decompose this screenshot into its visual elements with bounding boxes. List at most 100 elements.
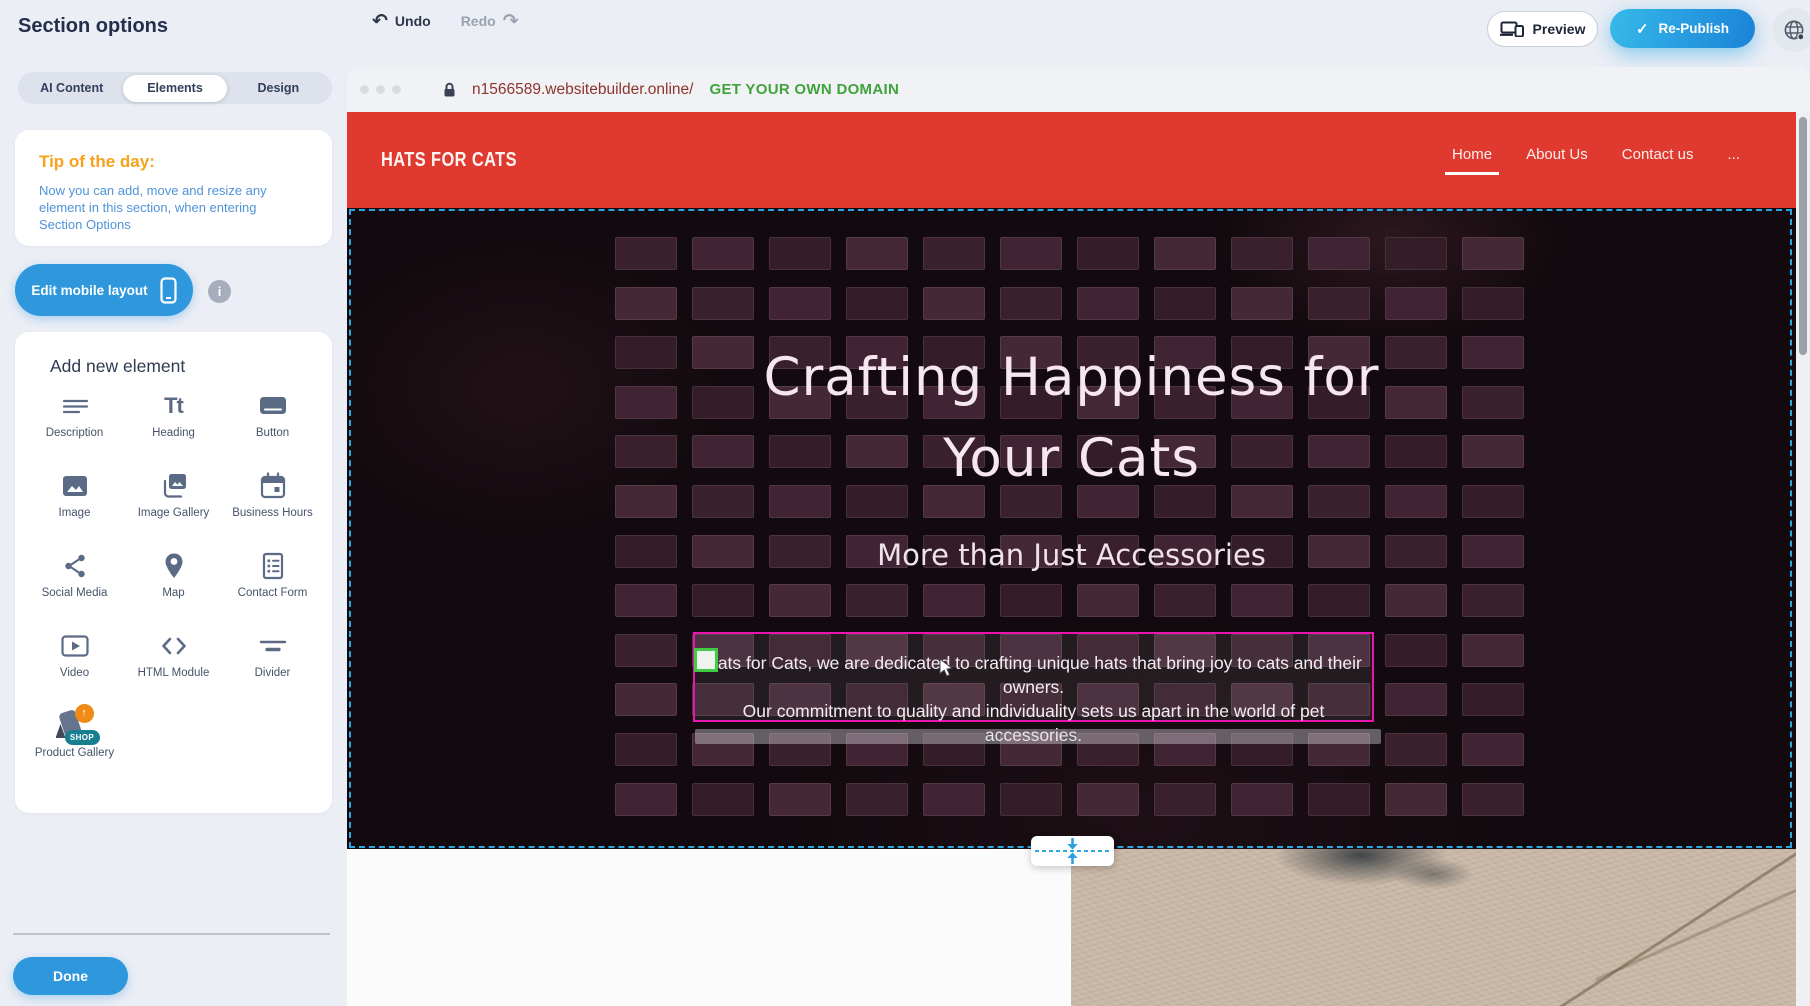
panel-tabs: AI Content Elements Design <box>18 72 332 104</box>
floor-seam <box>1595 849 1796 981</box>
hero-tile <box>1154 584 1216 617</box>
hero-tile <box>615 733 677 766</box>
hero-subheading[interactable]: More than Just Accessories <box>347 538 1796 572</box>
add-element-product-gallery[interactable]: ↑ SHOP Product Gallery <box>25 708 124 779</box>
add-element-heading[interactable]: Tt Heading <box>124 388 223 459</box>
edit-mobile-label: Edit mobile layout <box>31 283 147 298</box>
hero-tile <box>1231 287 1293 320</box>
hero-tile <box>1308 287 1370 320</box>
element-label: Business Hours <box>232 506 314 520</box>
add-element-button[interactable]: Button <box>223 388 322 459</box>
undo-label: Undo <box>395 13 431 29</box>
edit-mobile-layout-button[interactable]: Edit mobile layout <box>15 264 193 316</box>
scrollbar-thumb[interactable] <box>1799 117 1807 355</box>
hero-tile <box>923 783 985 816</box>
lock-icon <box>443 82 456 98</box>
page-title: Section options <box>18 15 168 38</box>
element-label: Button <box>232 426 314 440</box>
hero-tile <box>923 237 985 270</box>
shop-badge: SHOP <box>65 730 100 745</box>
code-brackets-icon <box>124 628 223 664</box>
contact-form-icon <box>223 548 322 584</box>
section-height-resize-handle[interactable] <box>1031 836 1114 866</box>
site-logo[interactable]: HATS FOR CATS <box>381 149 517 172</box>
add-element-business-hours[interactable]: Business Hours <box>223 468 322 539</box>
mobile-phone-icon <box>160 277 177 304</box>
url-text[interactable]: n1566589.websitebuilder.online/ <box>472 81 693 99</box>
hero-tile <box>1462 634 1524 667</box>
element-label: Product Gallery <box>34 746 116 760</box>
hero-tile <box>769 287 831 320</box>
redo-button[interactable]: Redo ↷ <box>461 13 519 29</box>
element-label: Description <box>34 426 116 440</box>
hero-tile <box>846 584 908 617</box>
hero-tile <box>1077 287 1139 320</box>
devices-icon <box>1500 21 1524 37</box>
info-icon[interactable]: i <box>208 280 231 303</box>
preview-button[interactable]: Preview <box>1487 11 1598 47</box>
hero-tile <box>615 584 677 617</box>
add-element-map[interactable]: Map <box>124 548 223 619</box>
hero-tile <box>1000 237 1062 270</box>
hero-tile <box>1385 783 1447 816</box>
resize-arrows-icon <box>1031 836 1114 866</box>
element-label: Divider <box>232 666 314 680</box>
get-your-own-domain-link[interactable]: GET YOUR OWN DOMAIN <box>709 81 899 98</box>
undo-icon: ↶ <box>372 14 388 28</box>
add-element-image-gallery[interactable]: Image Gallery <box>124 468 223 539</box>
hero-tile <box>1154 287 1216 320</box>
tab-design[interactable]: Design <box>227 75 330 102</box>
hero-tile <box>846 287 908 320</box>
button-icon <box>223 388 322 424</box>
hero-tile <box>692 237 754 270</box>
next-section-image[interactable] <box>1071 849 1796 1006</box>
hero-tile <box>769 783 831 816</box>
element-label: Video <box>34 666 116 680</box>
hero-tile <box>923 584 985 617</box>
business-hours-icon <box>223 468 322 504</box>
selected-description-element[interactable]: Hats for Cats, we are dedicated to craft… <box>693 632 1374 722</box>
nav-contact-us[interactable]: Contact us <box>1622 146 1694 172</box>
hero-tile <box>1385 733 1447 766</box>
hero-section[interactable]: Crafting Happiness for Your Cats More th… <box>347 208 1796 849</box>
add-element-image[interactable]: Image <box>25 468 124 539</box>
tab-ai-content[interactable]: AI Content <box>20 75 123 102</box>
republish-label: Re-Publish <box>1659 21 1730 36</box>
hero-tile <box>1385 287 1447 320</box>
social-media-icon <box>25 548 124 584</box>
hero-tile <box>1154 237 1216 270</box>
hero-tile <box>1308 237 1370 270</box>
hero-tile <box>615 634 677 667</box>
hero-heading-line1: Crafting Happiness for <box>347 337 1796 418</box>
add-element-social-media[interactable]: Social Media <box>25 548 124 619</box>
add-element-html-module[interactable]: HTML Module <box>124 628 223 699</box>
hero-tile <box>1385 237 1447 270</box>
add-element-contact-form[interactable]: Contact Form <box>223 548 322 619</box>
add-element-video[interactable]: Video <box>25 628 124 699</box>
tip-body: Now you can add, move and resize any ele… <box>39 182 301 233</box>
element-label: HTML Module <box>133 666 215 680</box>
preview-label: Preview <box>1533 21 1586 37</box>
image-gallery-icon <box>124 468 223 504</box>
site-nav: Home About Us Contact us ... <box>1452 146 1740 175</box>
hero-tile <box>1462 584 1524 617</box>
nav-more-ellipsis[interactable]: ... <box>1727 146 1740 172</box>
element-resize-handle[interactable] <box>694 648 718 672</box>
element-label: Image <box>34 506 116 520</box>
site-header: HATS FOR CATS Home About Us Contact us .… <box>347 112 1796 208</box>
description-icon <box>25 388 124 424</box>
upgrade-arrow-badge: ↑ <box>75 704 94 723</box>
tab-elements[interactable]: Elements <box>123 75 226 102</box>
republish-button[interactable]: ✓ Re-Publish <box>1610 9 1755 48</box>
undo-button[interactable]: ↶ Undo <box>372 13 431 29</box>
add-element-description[interactable]: Description <box>25 388 124 459</box>
panel-divider <box>13 933 330 935</box>
add-element-divider[interactable]: Divider <box>223 628 322 699</box>
nav-home[interactable]: Home <box>1445 146 1499 175</box>
redo-label: Redo <box>461 13 496 29</box>
nav-about-us[interactable]: About Us <box>1526 146 1588 172</box>
window-dots-icon <box>360 85 401 94</box>
hero-heading[interactable]: Crafting Happiness for Your Cats <box>347 337 1796 499</box>
done-button[interactable]: Done <box>13 957 128 995</box>
language-globe-button[interactable] <box>1772 8 1810 52</box>
